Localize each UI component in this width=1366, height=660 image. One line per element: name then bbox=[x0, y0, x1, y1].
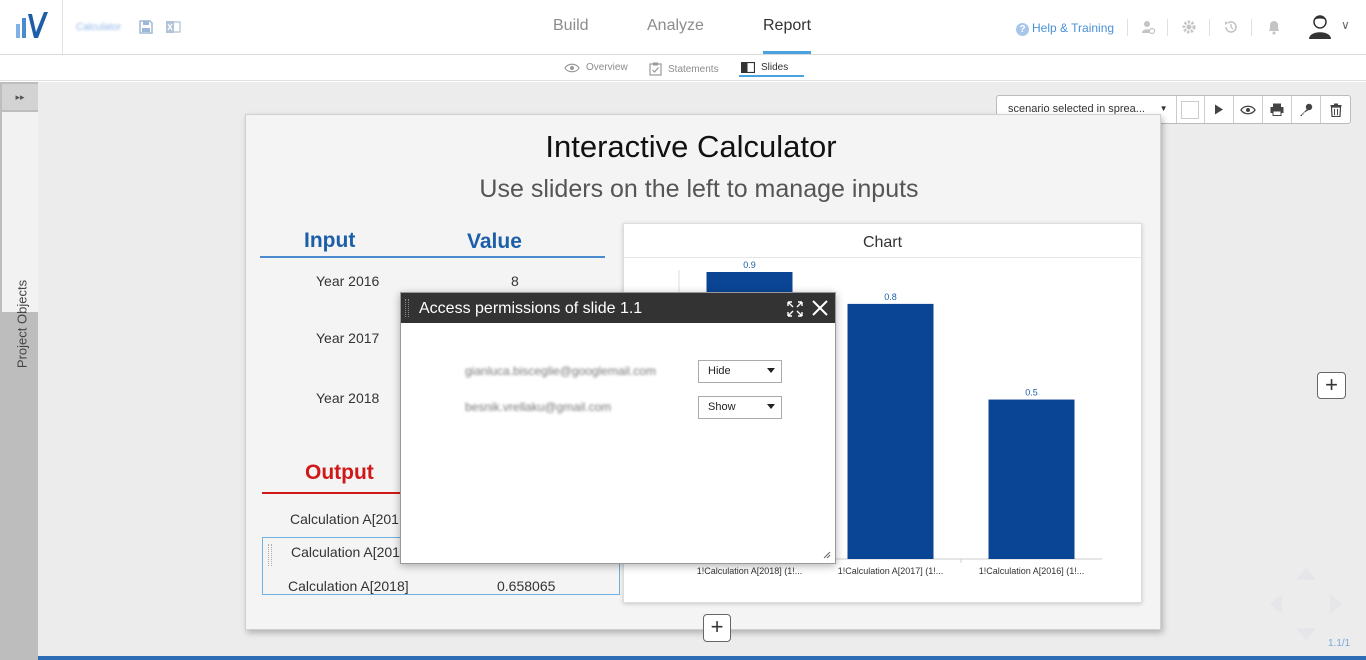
slide-navigation-pad[interactable] bbox=[1268, 566, 1344, 642]
permission-user-email: besnik.vrellaku@gmail.com bbox=[465, 400, 612, 414]
x-tick-label: 1!Calculation A[2016] (1!... bbox=[979, 566, 1085, 576]
x-tick-label: 1!Calculation A[2017] (1!... bbox=[838, 566, 944, 576]
history-icon[interactable] bbox=[1223, 19, 1239, 35]
top-bar: Calculator Build Analyze Report ? Help & … bbox=[0, 0, 1366, 55]
chevron-down-icon[interactable]: ∨ bbox=[1341, 18, 1350, 32]
slide-title: Interactive Calculator bbox=[545, 129, 837, 164]
bell-icon[interactable] bbox=[1266, 19, 1282, 35]
dialog-title: Access permissions of slide 1.1 bbox=[419, 300, 643, 317]
permission-select[interactable]: Show bbox=[698, 396, 782, 419]
color-swatch bbox=[1181, 100, 1200, 119]
output-row-label: Calculation A[2018] bbox=[288, 578, 409, 594]
play-icon bbox=[1215, 104, 1224, 115]
active-subtab-indicator bbox=[739, 75, 804, 77]
dialog-header[interactable]: Access permissions of slide 1.1 bbox=[401, 293, 835, 323]
eye-icon bbox=[564, 63, 580, 72]
tab-statements-label: Statements bbox=[668, 63, 719, 75]
slide-subtitle: Use sliders on the left to manage inputs bbox=[479, 175, 919, 203]
divider bbox=[1209, 19, 1210, 36]
print-button[interactable] bbox=[1263, 96, 1293, 123]
tab-overview-label: Overview bbox=[586, 62, 628, 73]
active-tab-indicator bbox=[763, 51, 811, 54]
expand-icon[interactable] bbox=[787, 301, 803, 317]
drag-handle[interactable] bbox=[268, 544, 272, 566]
color-picker-button[interactable] bbox=[1177, 96, 1206, 123]
slides-icon bbox=[741, 62, 755, 73]
permissions-button[interactable] bbox=[1292, 96, 1322, 123]
dropdown-caret-icon: ▼ bbox=[1159, 104, 1168, 113]
tab-slides[interactable]: Slides bbox=[741, 62, 788, 73]
resize-handle-icon[interactable] bbox=[823, 551, 831, 559]
project-objects-label: Project Objects bbox=[14, 279, 30, 369]
output-row-value: 0.658065 bbox=[497, 578, 556, 594]
divider bbox=[1127, 19, 1128, 36]
sub-tab-bar: Overview Statements Slides bbox=[0, 55, 1366, 81]
x-tick-label: 1!Calculation A[2018] (1!... bbox=[697, 566, 803, 576]
excel-icon[interactable] bbox=[165, 19, 181, 35]
input-row-label: Year 2018 bbox=[316, 390, 380, 406]
printer-icon bbox=[1270, 103, 1284, 116]
preview-button[interactable] bbox=[1234, 96, 1264, 123]
access-permissions-dialog[interactable]: Access permissions of slide 1.1 gianluca… bbox=[400, 292, 836, 564]
expand-sidebar-button[interactable]: ▸▸ bbox=[2, 84, 38, 110]
input-row-label: Year 2016 bbox=[316, 273, 380, 289]
slide-page-indicator: 1.1/1 bbox=[1328, 638, 1351, 649]
permission-select-value: Show bbox=[708, 401, 736, 413]
value-column-header: Value bbox=[467, 230, 522, 253]
bar-data-label: 0.9 bbox=[743, 260, 756, 270]
output-header: Output bbox=[305, 461, 374, 484]
key-icon bbox=[1300, 103, 1313, 116]
play-button[interactable] bbox=[1205, 96, 1235, 123]
project-objects-tab[interactable]: Project Objects bbox=[2, 112, 38, 368]
tab-analyze[interactable]: Analyze bbox=[647, 17, 704, 35]
divider bbox=[1251, 19, 1252, 36]
close-icon[interactable] bbox=[811, 299, 829, 317]
input-column-header: Input bbox=[304, 229, 356, 252]
output-row-label: Calculation A[201 bbox=[290, 511, 399, 527]
dropdown-caret-icon bbox=[767, 404, 775, 409]
add-slide-right-button[interactable]: + bbox=[1317, 372, 1346, 399]
input-row-value[interactable]: 8 bbox=[511, 273, 519, 289]
divider bbox=[1167, 19, 1168, 36]
tab-slides-label: Slides bbox=[761, 62, 789, 73]
tab-report[interactable]: Report bbox=[763, 17, 811, 35]
input-header-rule bbox=[260, 256, 605, 258]
help-icon: ? bbox=[1016, 23, 1029, 36]
chart-bar bbox=[847, 303, 934, 559]
trash-icon bbox=[1330, 103, 1342, 117]
bar-data-label: 0.5 bbox=[1025, 388, 1038, 398]
help-label: Help & Training bbox=[1032, 21, 1115, 35]
bar-data-label: 0.8 bbox=[884, 292, 897, 302]
bottom-accent-bar bbox=[38, 656, 1366, 660]
tab-statements[interactable]: Statements bbox=[649, 62, 719, 76]
permission-user-email: gianluca.bisceglie@googlemail.com bbox=[465, 364, 656, 378]
help-training-link[interactable]: ? Help & Training bbox=[1016, 21, 1114, 36]
chart-bar bbox=[988, 399, 1075, 559]
output-row-label: Calculation A[201 bbox=[291, 544, 400, 560]
clipboard-icon bbox=[649, 62, 662, 76]
permission-select-value: Hide bbox=[708, 365, 731, 377]
eye-icon bbox=[1240, 105, 1257, 114]
user-settings-icon[interactable] bbox=[1140, 19, 1156, 35]
output-header-rule bbox=[262, 492, 402, 494]
tab-build[interactable]: Build bbox=[553, 17, 589, 35]
delete-button[interactable] bbox=[1321, 96, 1350, 123]
gear-icon[interactable] bbox=[1181, 19, 1197, 35]
add-slide-below-button[interactable]: + bbox=[703, 614, 731, 642]
drag-handle[interactable] bbox=[405, 299, 409, 317]
tab-overview[interactable]: Overview bbox=[564, 62, 628, 73]
save-icon[interactable] bbox=[138, 19, 154, 35]
dropdown-caret-icon bbox=[767, 368, 775, 373]
permission-select[interactable]: Hide bbox=[698, 360, 782, 383]
avatar[interactable] bbox=[1307, 13, 1333, 39]
logo-divider bbox=[62, 0, 63, 54]
file-name[interactable]: Calculator bbox=[76, 22, 121, 33]
input-row-label: Year 2017 bbox=[316, 330, 380, 346]
app-logo[interactable] bbox=[14, 10, 50, 40]
